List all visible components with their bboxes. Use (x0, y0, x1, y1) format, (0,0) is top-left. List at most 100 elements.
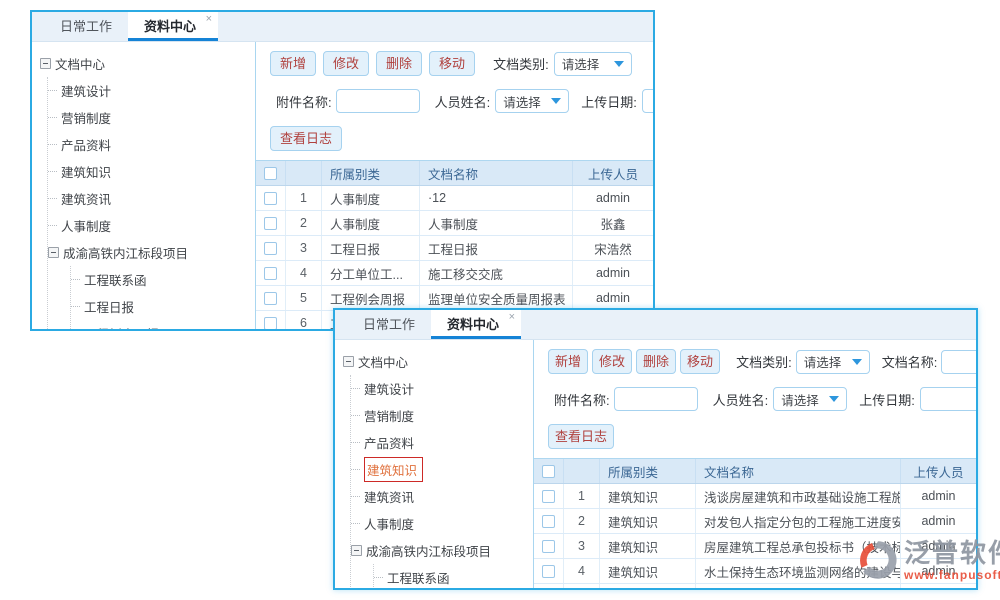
tree-item-label: 产品资料 (364, 433, 414, 452)
row-checkbox[interactable] (264, 317, 277, 330)
table-row[interactable]: 3 建筑知识 房屋建筑工程总承包投标书（技术标... admin (534, 534, 976, 559)
attachment-name-input[interactable] (336, 89, 420, 113)
table-row[interactable]: 2 人事制度 人事制度 张鑫 (256, 211, 653, 236)
row-index: 1 (286, 186, 322, 210)
tree-connector (48, 171, 57, 172)
tree-item-hr-system[interactable]: 人事制度 (351, 510, 533, 537)
tree-item-label: 营销制度 (61, 108, 111, 127)
collapse-icon[interactable] (48, 247, 59, 258)
table-row[interactable]: 5 建筑知识 2018标准化监理项目部(业主项目部)... admin (534, 584, 976, 588)
tree-connector (351, 415, 360, 416)
close-icon[interactable]: × (509, 312, 515, 323)
delete-button[interactable]: 删除 (636, 349, 676, 374)
table-row[interactable]: 3 工程日报 工程日报 宋浩然 (256, 236, 653, 261)
tree-item-building-knowledge[interactable]: 建筑知识 (48, 158, 255, 185)
tree-root-document-center[interactable]: 文档中心 (40, 50, 255, 77)
collapse-icon[interactable] (343, 356, 354, 367)
tree-item-marketing-system[interactable]: 营销制度 (351, 402, 533, 429)
move-button[interactable]: 移动 (680, 349, 720, 374)
chevron-down-icon (829, 396, 839, 402)
view-log-button[interactable]: 查看日志 (548, 424, 614, 449)
tab-data-center[interactable]: 资料中心 × (431, 310, 521, 339)
row-uploader: admin (901, 584, 976, 588)
upload-date-input[interactable] (920, 387, 976, 411)
row-doc-name: ·12 (420, 186, 573, 210)
row-checkbox[interactable] (264, 217, 277, 230)
chevron-down-icon (852, 359, 862, 365)
doc-category-select[interactable]: 请选择 (554, 52, 632, 76)
row-checkbox[interactable] (542, 540, 555, 553)
person-name-select[interactable]: 请选择 (495, 89, 569, 113)
row-checkbox[interactable] (264, 192, 277, 205)
delete-button[interactable]: 删除 (376, 51, 422, 76)
row-index: 5 (286, 286, 322, 310)
tree-item-building-design[interactable]: 建筑设计 (351, 375, 533, 402)
tree-item-building-news[interactable]: 建筑资讯 (48, 185, 255, 212)
table-row[interactable]: 4 建筑知识 水土保持生态环境监测网络的建设与... admin (534, 559, 976, 584)
tree-item-label: 建筑设计 (61, 81, 111, 100)
edit-button[interactable]: 修改 (323, 51, 369, 76)
tree-item-contact-letter[interactable]: 工程联系函 (374, 564, 533, 588)
row-checkbox[interactable] (264, 242, 277, 255)
row-doc-name: 2018标准化监理项目部(业主项目部)... (696, 584, 901, 588)
upload-date-label: 上传日期: (859, 390, 915, 409)
person-name-label: 人员姓名: (713, 390, 769, 409)
table-row[interactable]: 2 建筑知识 对发包人指定分包的工程施工进度安... admin (534, 509, 976, 534)
person-name-select[interactable]: 请选择 (773, 387, 847, 411)
row-checkbox[interactable] (264, 267, 277, 280)
table-row[interactable]: 4 分工单位工... 施工移交交底 admin (256, 261, 653, 286)
tree-item-daily-report[interactable]: 工程日报 (71, 293, 255, 320)
tree-node-project[interactable]: 成渝高铁内江标段项目 (48, 239, 255, 266)
tree-root-label: 文档中心 (55, 54, 105, 73)
tree-item-building-news[interactable]: 建筑资讯 (351, 483, 533, 510)
desktop: 日常工作 资料中心 × 文档中心 建筑设计 营销制度 产品资料 建筑知识 建筑资… (0, 0, 1000, 600)
tree-item-hr-system[interactable]: 人事制度 (48, 212, 255, 239)
tree-connector (48, 225, 57, 226)
upload-date-input[interactable] (642, 89, 653, 113)
tree-item-building-knowledge-selected[interactable]: 建筑知识 (351, 456, 533, 483)
tree-item-marketing-system[interactable]: 营销制度 (48, 104, 255, 131)
attachment-name-input[interactable] (614, 387, 698, 411)
row-checkbox[interactable] (542, 515, 555, 528)
collapse-icon[interactable] (351, 545, 362, 556)
close-icon[interactable]: × (206, 14, 212, 25)
tree-item-contact-letter[interactable]: 工程联系函 (71, 266, 255, 293)
edit-button[interactable]: 修改 (592, 349, 632, 374)
row-category: 工程例会周报 (322, 286, 420, 310)
row-category: 建筑知识 (600, 509, 696, 533)
document-tree-sidebar: 文档中心 建筑设计 营销制度 产品资料 建筑知识 建筑资讯 人事制度 成渝高铁内… (32, 42, 256, 329)
tree-item-building-design[interactable]: 建筑设计 (48, 77, 255, 104)
tab-data-center[interactable]: 资料中心 × (128, 12, 218, 41)
person-name-value: 请选择 (503, 92, 541, 111)
chevron-down-icon (614, 61, 624, 67)
add-button[interactable]: 新增 (548, 349, 588, 374)
tree-item-label: 工程联系函 (84, 270, 147, 289)
collapse-icon[interactable] (40, 58, 51, 69)
tab-daily-work[interactable]: 日常工作 (44, 12, 128, 41)
tree-node-project[interactable]: 成渝高铁内江标段项目 (351, 537, 533, 564)
doc-name-input[interactable] (941, 350, 976, 374)
doc-name-label: 文档名称: (882, 352, 938, 371)
row-checkbox[interactable] (542, 565, 555, 578)
add-button[interactable]: 新增 (270, 51, 316, 76)
row-doc-name: 浅谈房屋建筑和市政基础设施工程施... (696, 484, 901, 508)
row-checkbox[interactable] (264, 292, 277, 305)
move-button[interactable]: 移动 (429, 51, 475, 76)
tree-connector (351, 523, 360, 524)
tree-item-label: 产品资料 (61, 135, 111, 154)
view-log-button[interactable]: 查看日志 (270, 126, 342, 151)
tree-item-weekly-meeting[interactable]: 工程例会周报 (71, 320, 255, 329)
tree-root-document-center[interactable]: 文档中心 (343, 348, 533, 375)
tree-item-product-data[interactable]: 产品资料 (48, 131, 255, 158)
select-all-checkbox[interactable] (542, 465, 555, 478)
table-row[interactable]: 1 人事制度 ·12 admin (256, 186, 653, 211)
doc-category-select[interactable]: 请选择 (796, 350, 870, 374)
row-uploader: admin (573, 261, 653, 285)
select-all-checkbox[interactable] (264, 167, 277, 180)
table-row[interactable]: 1 建筑知识 浅谈房屋建筑和市政基础设施工程施... admin (534, 484, 976, 509)
row-index: 6 (286, 311, 322, 329)
row-checkbox[interactable] (542, 490, 555, 503)
tree-connector (374, 577, 383, 578)
tree-item-product-data[interactable]: 产品资料 (351, 429, 533, 456)
tab-daily-work[interactable]: 日常工作 (347, 310, 431, 339)
